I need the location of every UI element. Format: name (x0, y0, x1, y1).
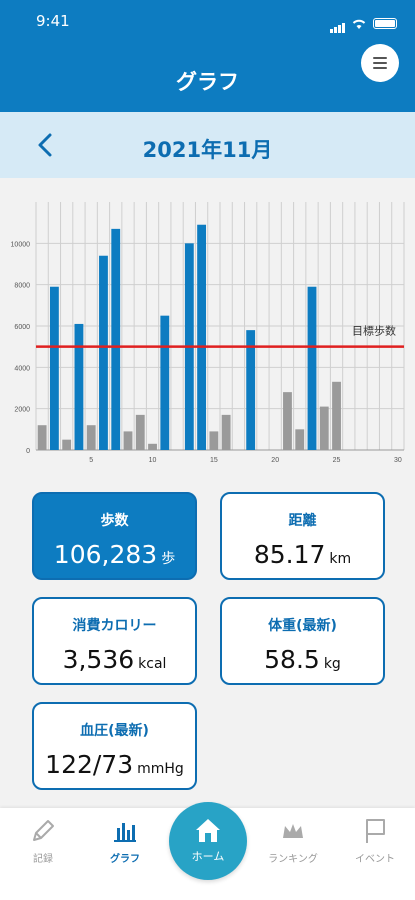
wifi-icon (352, 19, 366, 29)
y-tick-label: 4000 (14, 365, 30, 372)
steps-value: 106,283 歩 (53, 540, 176, 569)
weight-card[interactable]: 体重(最新) 58.5 kg (220, 597, 385, 685)
x-tick-label: 30 (394, 457, 402, 464)
pencil-icon (33, 820, 54, 841)
secondary-bar (123, 431, 133, 450)
month-bar: 2021年11月 (0, 112, 415, 178)
menu-icon (373, 57, 387, 59)
calories-label: 消費カロリー (72, 618, 157, 634)
bar-chart-icon (114, 823, 136, 842)
steps-bar (160, 315, 170, 450)
secondary-bar (319, 406, 329, 450)
page-title: グラフ (176, 70, 239, 94)
x-tick-label: 15 (210, 457, 218, 464)
x-tick-label: 20 (271, 457, 279, 464)
signal-icon (329, 14, 345, 33)
status-time: 9:41 (36, 12, 70, 30)
steps-bar (49, 286, 59, 450)
secondary-bar (295, 429, 305, 450)
secondary-bar (37, 425, 47, 450)
secondary-bar (221, 414, 231, 450)
secondary-bar (283, 392, 292, 450)
steps-bar (197, 224, 207, 450)
tab-ranking-label: ランキング (268, 854, 318, 865)
secondary-bar (148, 443, 157, 450)
calories-card[interactable]: 消費カロリー 3,536 kcal (32, 597, 197, 685)
month-label: 2021年11月 (142, 138, 273, 162)
y-tick-label: 6000 (14, 324, 30, 331)
steps-bar (111, 228, 121, 450)
steps-bar (246, 330, 256, 450)
x-tick-label: 10 (149, 457, 157, 464)
tab-graph[interactable]: グラフ (92, 816, 158, 865)
menu-button[interactable] (361, 44, 399, 82)
crown-icon (283, 824, 303, 838)
flag-icon (366, 819, 385, 843)
blood-pressure-card[interactable]: 血圧(最新) 122/73 mmHg (32, 702, 197, 790)
distance-label: 距離 (288, 513, 317, 529)
blood-pressure-label: 血圧(最新) (80, 723, 149, 739)
secondary-bar (135, 414, 145, 450)
distance-card[interactable]: 距離 85.17 km (220, 492, 385, 580)
home-label: ホーム (191, 850, 225, 863)
home-icon (196, 819, 220, 842)
y-tick-label: 0 (26, 448, 30, 455)
tab-record[interactable]: 記録 (10, 816, 76, 865)
weight-label: 体重(最新) (268, 618, 337, 634)
secondary-bar (209, 431, 219, 450)
tab-ranking[interactable]: ランキング (260, 816, 326, 865)
steps-bar-chart: 0 2000 4000 6000 8000 10000 5 10 15 20 25 30 目標歩数 (11, 202, 405, 464)
tab-record-label: 記録 (33, 854, 53, 865)
home-button[interactable]: ホーム (169, 802, 247, 880)
steps-label: 歩数 (100, 513, 129, 529)
y-tick-label: 8000 (14, 283, 30, 290)
tab-event-label: イベント (355, 854, 395, 865)
tab-graph-label: グラフ (110, 854, 140, 865)
tab-event[interactable]: イベント (342, 816, 408, 865)
y-tick-label: 2000 (14, 407, 30, 414)
x-tick-label: 5 (89, 457, 93, 464)
secondary-bar (86, 425, 96, 450)
steps-bar (99, 255, 108, 450)
steps-bar (307, 286, 317, 450)
distance-value: 85.17 km (253, 540, 352, 569)
y-tick-label: 10000 (11, 241, 31, 248)
secondary-bar (62, 439, 72, 450)
target-label: 目標歩数 (352, 324, 396, 338)
secondary-bar (332, 381, 341, 450)
steps-card[interactable]: 歩数 106,283 歩 (32, 492, 197, 580)
blood-pressure-value: 122/73 mmHg (45, 750, 184, 779)
steps-bar (74, 323, 84, 450)
x-tick-label: 25 (333, 457, 341, 464)
calories-value: 3,536 kcal (62, 645, 167, 674)
steps-chart: 0 2000 4000 6000 8000 10000 5 10 15 20 25 30 目標歩数 (0, 178, 415, 478)
battery-icon (373, 18, 397, 29)
weight-value: 58.5 kg (264, 645, 341, 674)
header: 9:41 グラフ (0, 0, 415, 112)
status-icons (329, 14, 397, 33)
